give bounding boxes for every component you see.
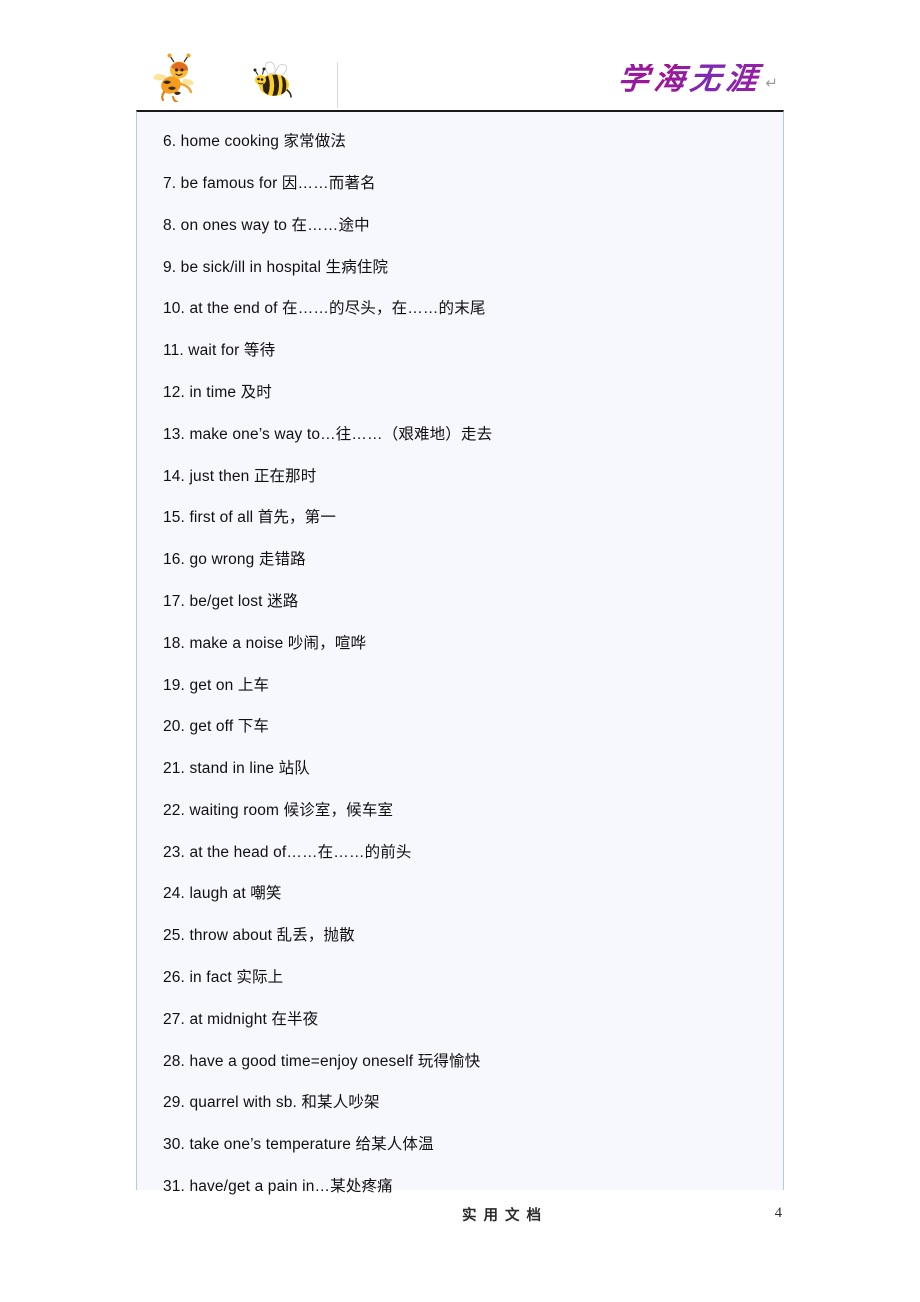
phrase-entry: 14. just then 正在那时 [163, 467, 317, 485]
footer-label: 实用文档 [462, 1208, 548, 1224]
page-number: 4 [774, 1205, 782, 1221]
phrase-entry: 29. quarrel with sb. 和某人吵架 [163, 1094, 380, 1112]
phrase-entry: 27. at midnight 在半夜 [163, 1010, 319, 1028]
phrase-entry: 18. make a noise 吵闹，喧哗 [163, 634, 367, 652]
phrase-entry: 10. at the end of 在……的尽头，在……的末尾 [163, 300, 486, 318]
header-divider [337, 62, 338, 108]
phrase-entry: 7. be famous for 因……而著名 [163, 174, 376, 192]
page-footer: 实用文档 4 [136, 1200, 784, 1230]
phrase-entry: 8. on ones way to 在……途中 [163, 216, 370, 234]
phrase-entry: 6. home cooking 家常做法 [163, 133, 347, 151]
phrase-entry: 16. go wrong 走错路 [163, 551, 306, 569]
brand-logo: 学海无涯 ↵ [616, 61, 778, 97]
phrase-entry: 23. at the head of……在……的前头 [163, 843, 412, 861]
phrase-entry: 15. first of all 首先，第一 [163, 509, 336, 527]
phrase-entry: 17. be/get lost 迷路 [163, 592, 299, 610]
phrase-entry: 21. stand in line 站队 [163, 760, 310, 778]
phrase-entry: 12. in time 及时 [163, 383, 272, 401]
phrase-entry: 25. throw about 乱丢，抛散 [163, 927, 355, 945]
document-page: 学海无涯 ↵ 6. home cooking 家常做法 7. be famous … [0, 0, 920, 1302]
phrase-entry: 19. get on 上车 [163, 676, 270, 694]
paragraph-mark-icon: ↵ [765, 75, 778, 92]
phrase-entry: 11. wait for 等待 [163, 342, 276, 360]
phrase-entry: 9. be sick/ill in hospital 生病住院 [163, 258, 389, 276]
page-header: 学海无涯 ↵ [136, 44, 784, 110]
phrase-entry: 13. make one’s way to…往……（艰难地）走去 [163, 425, 493, 443]
phrase-entry: 24. laugh at 嘲笑 [163, 885, 282, 903]
phrase-entry: 22. waiting room 候诊室，候车室 [163, 801, 394, 819]
bee-icon [253, 61, 292, 98]
phrase-entry: 20. get off 下车 [163, 718, 270, 736]
brand-title: 学海无涯 [616, 61, 765, 97]
phrase-entry: 28. have a good time=enjoy oneself 玩得愉快 [163, 1052, 481, 1070]
phrase-entry: 30. take one’s temperature 给某人体温 [163, 1136, 434, 1154]
bee-character-icon [153, 53, 194, 102]
phrase-entry: 26. in fact 实际上 [163, 969, 284, 987]
phrase-list-container: 6. home cooking 家常做法 7. be famous for 因……… [136, 110, 784, 1194]
